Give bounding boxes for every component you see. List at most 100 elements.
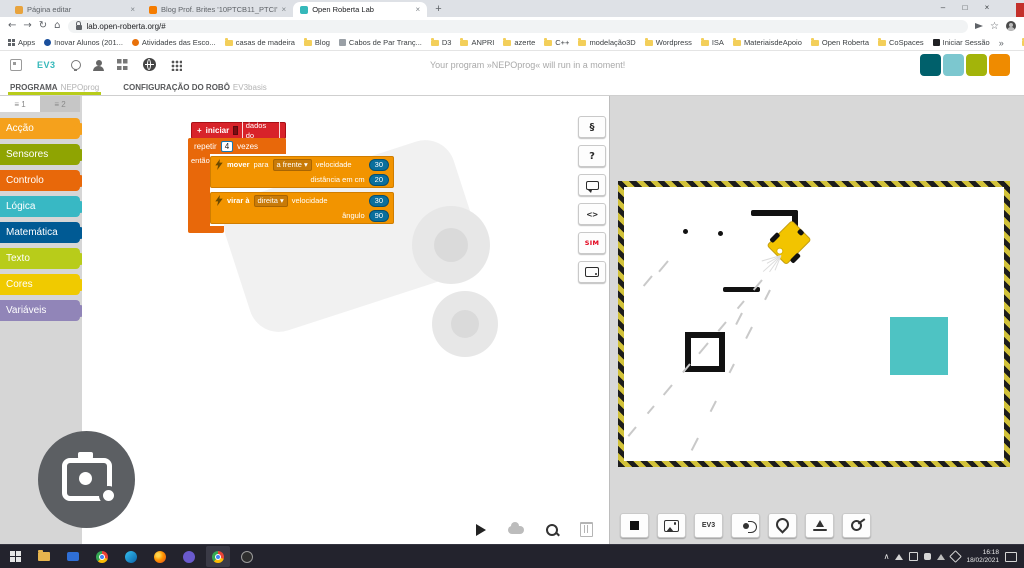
tray-app-icon[interactable] bbox=[909, 552, 918, 561]
bookmark-item[interactable]: Cabos de Par Tranç... bbox=[339, 38, 422, 47]
expand-icon[interactable]: + bbox=[197, 126, 202, 135]
legal-button[interactable]: § bbox=[578, 116, 606, 138]
browser-tab[interactable]: Blog Prof. Brites '10PTCB11_PTCI'× bbox=[142, 2, 293, 17]
category-controlo[interactable]: Controlo bbox=[0, 170, 80, 191]
browser-tab[interactable]: Página editar× bbox=[8, 2, 142, 17]
bookmark-item[interactable]: azerte bbox=[503, 38, 535, 47]
stop-button[interactable] bbox=[620, 513, 649, 538]
turn-direction-dropdown[interactable]: direita ▾ bbox=[254, 195, 288, 207]
tab-close-icon[interactable]: × bbox=[416, 5, 421, 14]
trash-button[interactable] bbox=[580, 522, 593, 537]
category-acção[interactable]: Acção bbox=[0, 118, 80, 139]
send-icon[interactable] bbox=[975, 23, 983, 29]
sensor-data-checkbox[interactable] bbox=[233, 126, 238, 135]
reload-icon[interactable]: ↻ bbox=[39, 21, 47, 31]
tutorial-bulb-icon[interactable] bbox=[71, 60, 81, 70]
robot-select-button[interactable]: EV3 bbox=[694, 513, 723, 538]
forward-icon[interactable]: → bbox=[23, 21, 31, 31]
key-button[interactable] bbox=[842, 513, 871, 538]
help-button[interactable]: ? bbox=[578, 145, 606, 167]
move-block[interactable]: mover para a frente ▾ velocidade 30 dist… bbox=[210, 156, 394, 188]
angle-value-block[interactable]: 90 bbox=[369, 210, 389, 222]
view-toggle-icon[interactable] bbox=[10, 59, 22, 71]
tab-robot-config[interactable]: CONFIGURAÇÃO DO ROBÔ EV3basis bbox=[121, 83, 268, 95]
palette-toggle-1[interactable]: ≡ 1 bbox=[0, 96, 40, 112]
address-bar[interactable]: lab.open-roberta.org/# bbox=[68, 20, 969, 33]
profile-avatar[interactable] bbox=[1006, 21, 1016, 31]
taskbar-start-icon[interactable] bbox=[3, 546, 27, 567]
bookmark-item[interactable]: modelação3D bbox=[578, 38, 635, 47]
bookmark-item[interactable]: CoSpaces bbox=[878, 38, 924, 47]
tray-pen-icon[interactable] bbox=[950, 550, 963, 563]
sim-button[interactable]: SIM bbox=[578, 232, 606, 254]
category-matemática[interactable]: Matemática bbox=[0, 222, 80, 243]
direction-dropdown[interactable]: a frente ▾ bbox=[273, 159, 312, 171]
notification-center-icon[interactable] bbox=[1005, 552, 1017, 562]
taskbar-firefox-icon[interactable] bbox=[148, 546, 172, 567]
back-icon[interactable]: ← bbox=[8, 21, 16, 31]
bookmarks-overflow-button[interactable]: » bbox=[999, 38, 1004, 48]
category-cores[interactable]: Cores bbox=[0, 274, 80, 295]
robot-system-label[interactable]: EV3 bbox=[37, 60, 56, 70]
maximize-button[interactable]: □ bbox=[954, 0, 976, 14]
language-globe-icon[interactable] bbox=[143, 58, 156, 71]
sim-field[interactable] bbox=[624, 187, 1004, 461]
start-block[interactable]: + iniciar mostrar dados do sensor bbox=[191, 122, 286, 139]
turn-speed-value-block[interactable]: 30 bbox=[369, 195, 389, 207]
lens-camera-overlay[interactable] bbox=[38, 431, 135, 528]
taskbar-chrome-icon[interactable] bbox=[90, 546, 114, 567]
gallery-grid-icon[interactable] bbox=[117, 59, 128, 70]
taskbar-discord-icon[interactable] bbox=[177, 546, 201, 567]
category-lógica[interactable]: Lógica bbox=[0, 196, 80, 217]
sound-button[interactable] bbox=[731, 513, 760, 538]
category-sensores[interactable]: Sensores bbox=[0, 144, 80, 165]
minimize-button[interactable]: – bbox=[932, 0, 954, 14]
code-view-button[interactable]: <> bbox=[578, 203, 606, 225]
bookmark-item[interactable]: C++ bbox=[544, 38, 569, 47]
menu-grid-icon[interactable] bbox=[171, 60, 182, 71]
bookmark-item[interactable]: MateriaisdeApoio bbox=[733, 38, 802, 47]
tab-program[interactable]: PROGRAMA NEPOprog bbox=[8, 83, 101, 95]
sim-color-block[interactable] bbox=[890, 317, 948, 375]
bookmark-item[interactable]: Blog bbox=[304, 38, 330, 47]
feedback-button[interactable] bbox=[578, 174, 606, 196]
bookmark-item[interactable]: Inovar Alunos (201... bbox=[44, 38, 123, 47]
bookmark-item[interactable]: ISA bbox=[701, 38, 724, 47]
tab-close-icon[interactable]: × bbox=[130, 5, 135, 14]
scene-button[interactable] bbox=[657, 513, 686, 538]
bookmark-star-icon[interactable]: ☆ bbox=[990, 21, 999, 32]
new-tab-button[interactable]: + bbox=[435, 3, 441, 15]
tray-network-icon[interactable] bbox=[937, 554, 945, 560]
bookmark-item[interactable]: casas de madeira bbox=[225, 38, 295, 47]
browser-tab[interactable]: Open Roberta Lab× bbox=[293, 2, 427, 17]
tray-chevron-icon[interactable]: ∧ bbox=[884, 552, 890, 561]
cloud-sync-button[interactable] bbox=[508, 526, 524, 534]
bookmark-item[interactable]: Wordpress bbox=[645, 38, 692, 47]
bookmark-item[interactable]: Atividades das Esco... bbox=[132, 38, 216, 47]
speed-value-block[interactable]: 30 bbox=[369, 159, 389, 171]
taskbar-edge-icon[interactable] bbox=[119, 546, 143, 567]
category-variáveis[interactable]: Variáveis bbox=[0, 300, 80, 321]
bookmark-item[interactable]: Apps bbox=[8, 38, 35, 47]
position-button[interactable] bbox=[768, 513, 797, 538]
taskbar-file-explorer-icon[interactable] bbox=[32, 546, 56, 567]
taskbar-obs-icon[interactable] bbox=[235, 546, 259, 567]
taskbar-clock[interactable]: 16:18 18/02/2021 bbox=[966, 549, 999, 565]
program-canvas[interactable]: + iniciar mostrar dados do sensor repeti… bbox=[82, 96, 609, 545]
zoom-button[interactable] bbox=[546, 524, 558, 536]
palette-toggle-2[interactable]: ≡ 2 bbox=[40, 96, 80, 112]
beacon-button[interactable] bbox=[805, 513, 834, 538]
bookmark-item[interactable]: ANPRI bbox=[460, 38, 494, 47]
tray-shield-icon[interactable] bbox=[895, 554, 903, 560]
bookmark-item[interactable]: D3 bbox=[431, 38, 452, 47]
category-texto[interactable]: Texto bbox=[0, 248, 80, 269]
bookmark-item[interactable]: Open Roberta bbox=[811, 38, 869, 47]
repeat-block-header[interactable]: repetir 4 vezes bbox=[188, 138, 286, 154]
tab-close-icon[interactable]: × bbox=[282, 5, 287, 14]
home-icon[interactable]: ⌂ bbox=[54, 21, 60, 31]
taskbar-chrome-active-icon[interactable] bbox=[206, 546, 230, 567]
user-icon[interactable] bbox=[96, 60, 102, 66]
taskbar-briefcase-icon[interactable] bbox=[61, 546, 85, 567]
bookmark-item[interactable]: Iniciar Sessão bbox=[933, 38, 990, 47]
close-button[interactable]: × bbox=[976, 0, 998, 14]
